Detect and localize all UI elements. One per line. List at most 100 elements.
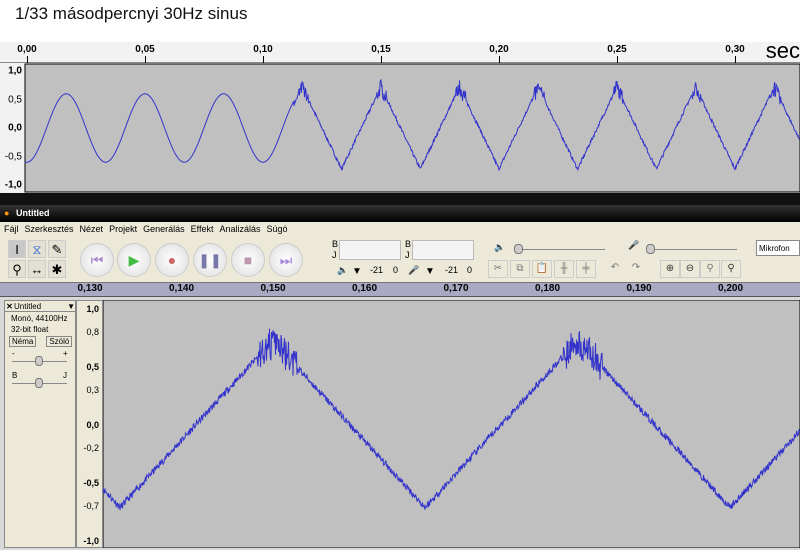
record-button[interactable]: ● [155, 243, 189, 277]
ruler-label: 0,20 [489, 44, 509, 55]
menu-item[interactable]: Generálás [143, 224, 185, 235]
cut-icon[interactable]: ✂ [488, 260, 508, 278]
pause-button[interactable]: ❚❚ [193, 243, 227, 277]
waveform[interactable] [103, 300, 800, 548]
menu-item[interactable]: Nézet [80, 224, 104, 235]
amp-label: 0,5 [86, 362, 99, 372]
amp-label: 0,3 [86, 385, 99, 396]
solo-button[interactable]: Szóló [46, 336, 73, 347]
envelope-tool-icon[interactable]: ⧖ [28, 240, 46, 258]
top-waveform [24, 63, 800, 193]
menu-item[interactable]: Szerkesztés [25, 224, 74, 235]
ruler-tick [145, 56, 146, 63]
caption: 1/33 másodpercnyi 30Hz sinus [15, 4, 248, 23]
slider-thumb[interactable] [514, 244, 523, 254]
top-waveform-track[interactable]: 1,0 0,5 0,0 -0,5 -1,0 [0, 63, 800, 193]
redo-icon[interactable]: ↷ [626, 260, 646, 278]
stop-button[interactable]: ■ [231, 243, 265, 277]
input-source-select[interactable]: Mikrofon [756, 240, 800, 256]
ruler-label: 0,15 [371, 44, 391, 55]
gain-plus: + [63, 349, 68, 358]
track-name-menu[interactable]: Untitled [14, 302, 67, 311]
separator [0, 193, 800, 205]
zoom-out-icon[interactable]: ⊖ [680, 260, 700, 278]
meter-right-label: J [332, 250, 337, 260]
play-button[interactable]: ▶ [117, 243, 151, 277]
gain-slider[interactable]: - + [5, 349, 75, 371]
app-icon: ● [4, 208, 10, 218]
ruler-label: 0,05 [135, 44, 155, 55]
paste-icon[interactable]: 📋 [532, 260, 552, 278]
draw-tool-icon[interactable]: ✎ [48, 240, 66, 258]
zoom-in-icon[interactable]: ⊕ [660, 260, 680, 278]
unit-label: sec [765, 38, 800, 63]
amp-label: -1,0 [4, 179, 22, 191]
track-format: Monó, 44100Hz [11, 314, 68, 323]
zoom-tool-icon[interactable]: ⚲ [8, 260, 26, 278]
menu-item[interactable]: Fájl [4, 224, 19, 235]
fit-selection-icon[interactable]: ⚲ [700, 260, 720, 278]
amp-label: -0,7 [83, 501, 99, 512]
close-track-icon[interactable]: ✕ [5, 302, 14, 311]
timeline-ruler[interactable]: 0,130 0,140 0,150 0,160 0,170 0,180 0,190 0,200 [0, 282, 800, 297]
ruler-label: 0,00 [17, 44, 37, 55]
slider-thumb[interactable] [35, 356, 43, 366]
amplitude-ruler: 1,0 0,8 0,5 0,3 0,0 -0,2 -0,5 -0,7 -1,0 [76, 300, 103, 548]
mute-button[interactable]: Néma [9, 336, 37, 347]
dropdown-icon[interactable]: ▼ [67, 302, 75, 311]
skip-end-button[interactable]: ⏭ [269, 243, 303, 277]
ruler-tick [381, 56, 382, 63]
meter-right-label: J [405, 250, 410, 260]
db-min: -21 [445, 265, 459, 275]
fit-project-icon[interactable]: ⚲ [721, 260, 741, 278]
dropdown-icon[interactable]: ▼ [425, 266, 435, 277]
track-depth: 32-bit float [11, 325, 49, 334]
amp-label: -0,5 [83, 478, 99, 488]
timeshift-tool-icon[interactable]: ↔ [28, 260, 46, 278]
multi-tool-icon[interactable]: ✱ [48, 260, 66, 278]
ruler-label: 0,150 [260, 283, 286, 294]
copy-icon[interactable]: ⧉ [510, 260, 530, 278]
ruler-label: 0,190 [626, 283, 652, 294]
menu-item[interactable]: Effekt [191, 224, 214, 235]
menu-item[interactable]: Analizálás [219, 224, 260, 235]
dropdown-icon[interactable]: ▼ [352, 266, 362, 277]
silence-icon[interactable]: ╪ [576, 260, 596, 278]
top-timeline-ruler[interactable]: sec 0,00 0,05 0,10 0,15 0,20 0,25 0,30 [0, 38, 800, 63]
input-meter[interactable] [412, 240, 474, 260]
menu-bar: Fájl Szerkesztés Nézet Projekt Generálás Effe… [0, 222, 800, 237]
output-meter[interactable] [339, 240, 401, 260]
microphone-icon: 🎤 [628, 240, 640, 250]
slider-thumb[interactable] [646, 244, 655, 254]
toolbar: I ⧖ ✎ ⚲ ↔ ✱ ⏮ ▶ ● ❚❚ ■ ⏭ B J 🔈 ▼ -21 0 B… [0, 237, 800, 282]
ruler-tick [27, 56, 28, 63]
slider-thumb[interactable] [35, 378, 43, 388]
ruler-label: 0,130 [77, 283, 103, 294]
pan-slider[interactable]: B J [5, 371, 75, 393]
ruler-tick [735, 56, 736, 63]
meter-left-label: B [332, 239, 339, 249]
amp-label: 1,0 [8, 65, 22, 77]
ruler-label: 0,140 [168, 283, 195, 294]
ruler-tick [263, 56, 264, 63]
trim-icon[interactable]: ╫ [554, 260, 574, 278]
db-min: -21 [370, 265, 384, 275]
selection-tool-icon[interactable]: I [8, 240, 26, 258]
skip-start-button[interactable]: ⏮ [80, 243, 114, 277]
menu-item[interactable]: Súgó [267, 224, 288, 235]
amp-label: 0,5 [8, 94, 22, 105]
waveform-background [24, 63, 800, 193]
track-control-panel: ✕ Untitled ▼ Monó, 44100Hz 32-bit float … [4, 300, 76, 548]
window-title: Untitled [16, 208, 50, 218]
pan-left: B [12, 371, 18, 380]
volume-icon: 🔈 [494, 242, 506, 252]
menu-item[interactable]: Projekt [109, 224, 137, 235]
undo-icon[interactable]: ↶ [605, 260, 625, 278]
ruler-label: 0,160 [351, 283, 378, 294]
input-volume-slider[interactable] [647, 249, 737, 250]
amp-label: -0,5 [4, 151, 22, 162]
output-volume-slider[interactable] [515, 249, 605, 250]
ruler-label: 0,200 [717, 283, 744, 294]
ruler-label: 0,180 [534, 283, 561, 294]
ruler-label: 0,25 [607, 44, 627, 55]
